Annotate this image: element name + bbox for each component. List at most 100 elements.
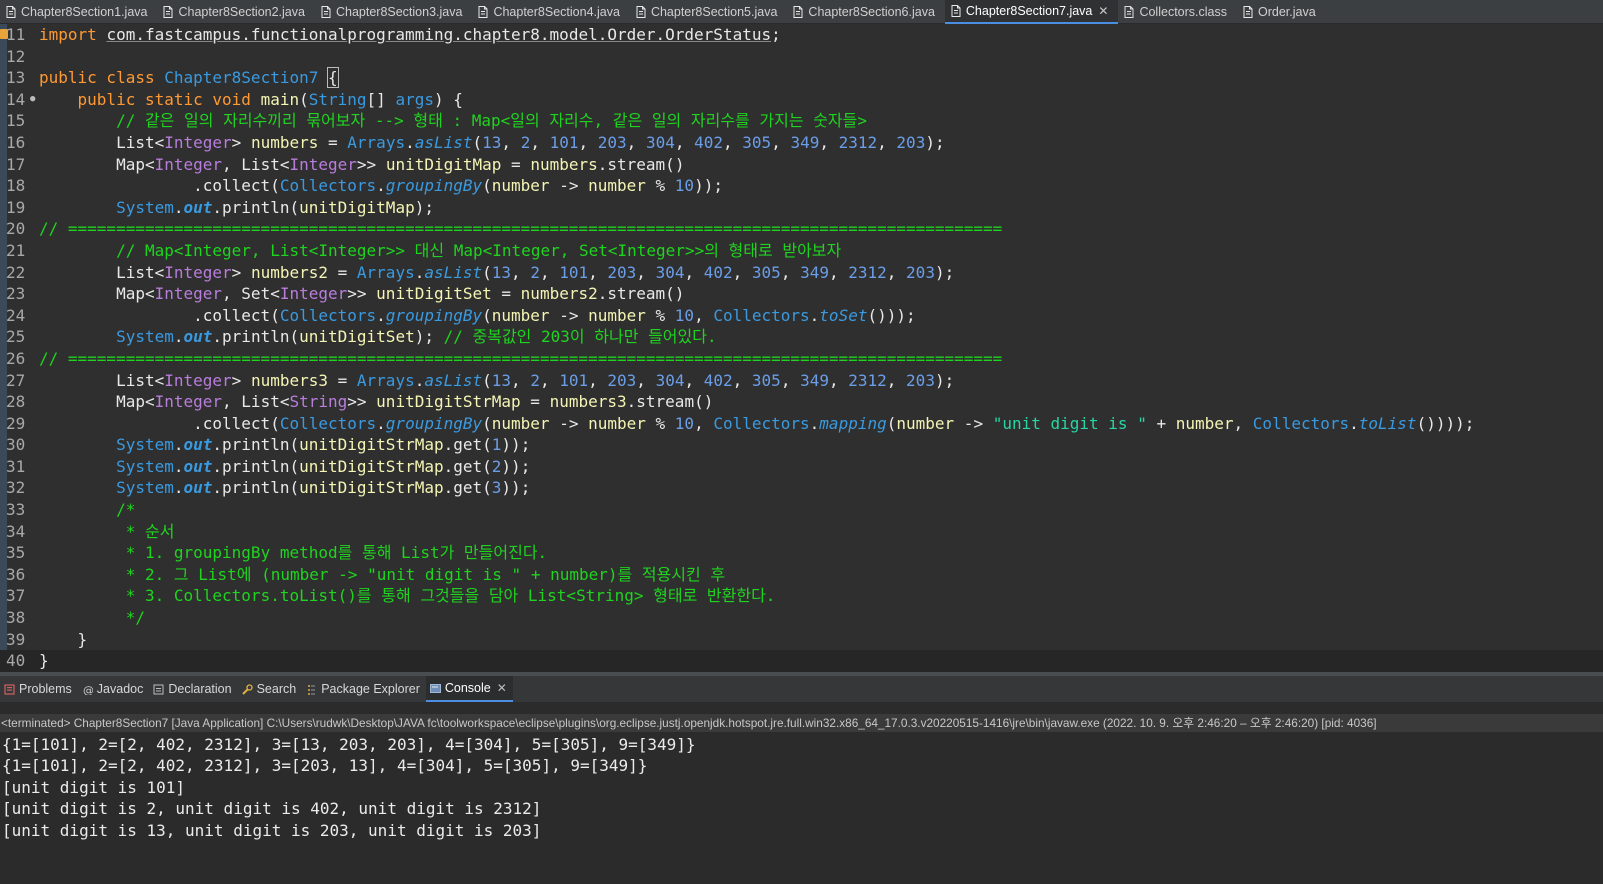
code-token: groupingBy bbox=[385, 413, 483, 433]
code-token: ( bbox=[482, 413, 492, 433]
code-token: number bbox=[491, 176, 550, 196]
code-token: Integer bbox=[154, 284, 223, 304]
code-token: , bbox=[877, 132, 897, 152]
code-text[interactable]: System.out.println(unitDigitStrMap.get(3… bbox=[39, 477, 530, 499]
code-token: main bbox=[260, 89, 300, 109]
panel-tab-package-explorer[interactable]: Package Explorer bbox=[302, 676, 426, 702]
close-tab-icon[interactable]: ✕ bbox=[497, 681, 507, 695]
warning-marker-icon[interactable] bbox=[0, 29, 8, 39]
code-text[interactable]: System.out.println(unitDigitMap); bbox=[39, 197, 434, 219]
panel-tab-console[interactable]: Console ✕ bbox=[425, 676, 513, 702]
line-number: 29 bbox=[6, 413, 26, 433]
code-text[interactable]: } bbox=[39, 650, 49, 672]
editor-tab-4[interactable]: Chapter8Section4.java bbox=[472, 0, 629, 24]
code-token: Chapter8Section7 bbox=[164, 68, 319, 88]
editor-tab-label: Chapter8Section6.java bbox=[808, 5, 935, 19]
line-number: 31 bbox=[6, 456, 26, 476]
code-token: , bbox=[684, 370, 704, 390]
code-line: 13 public class Chapter8Section7 { bbox=[0, 67, 1603, 89]
panel-tab-search[interactable]: Search bbox=[238, 676, 303, 702]
code-token: , bbox=[530, 132, 550, 152]
code-token: Collectors bbox=[279, 176, 377, 196]
code-token: number bbox=[491, 305, 550, 325]
panel-tab-javadoc[interactable]: @ Javadoc bbox=[78, 676, 150, 702]
code-text[interactable]: // =====================================… bbox=[39, 348, 1002, 370]
editor-tab-6[interactable]: Chapter8Section6.java bbox=[787, 0, 944, 24]
editor-tab-3[interactable]: Chapter8Section3.java bbox=[315, 0, 472, 24]
code-text[interactable]: } bbox=[39, 629, 88, 651]
code-text[interactable]: List<Integer> numbers3 = Arrays.asList(1… bbox=[39, 370, 954, 392]
code-line: 20 // ===================================… bbox=[0, 218, 1603, 240]
code-text[interactable]: List<Integer> numbers = Arrays.asList(13… bbox=[39, 132, 945, 154]
panel-tab-problems[interactable]: Problems bbox=[0, 676, 78, 702]
code-text[interactable]: .collect(Collectors.groupingBy(number ->… bbox=[39, 175, 723, 197]
editor-tab-2[interactable]: Chapter8Section2.java bbox=[157, 0, 314, 24]
code-text[interactable]: // 같은 일의 자리수끼리 묶어보자 --> 형태 : Map<일의 자리수,… bbox=[39, 110, 867, 132]
code-text[interactable]: List<Integer> numbers2 = Arrays.asList(1… bbox=[39, 262, 954, 284]
code-token: } bbox=[39, 629, 88, 649]
console-output: {1=[101], 2=[2, 402, 2312], 3=[13, 203, … bbox=[0, 734, 1603, 841]
code-token: 203 bbox=[607, 370, 637, 390]
line-number: 28 bbox=[6, 392, 26, 412]
panel-tab-label: Package Explorer bbox=[321, 682, 420, 696]
code-token: , bbox=[636, 370, 656, 390]
code-text[interactable]: public class Chapter8Section7 { bbox=[39, 67, 339, 89]
code-text[interactable]: Map<Integer, List<String>> unitDigitStrM… bbox=[39, 391, 713, 413]
declaration-icon bbox=[153, 684, 164, 695]
code-text[interactable]: Map<Integer, Set<Integer>> unitDigitSet … bbox=[39, 283, 684, 305]
code-token: 2312 bbox=[848, 262, 887, 282]
code-token: 305 bbox=[751, 370, 781, 390]
fold-marker-icon[interactable]: ● bbox=[30, 89, 35, 111]
code-text[interactable]: // =====================================… bbox=[39, 218, 1002, 240]
console-view[interactable]: <terminated> Chapter8Section7 [Java Appl… bbox=[0, 702, 1603, 884]
editor-tab-8[interactable]: Collectors.class bbox=[1118, 0, 1237, 24]
code-token: >> bbox=[356, 154, 386, 174]
code-text[interactable]: System.out.println(unitDigitStrMap.get(2… bbox=[39, 456, 530, 478]
line-number: 36 bbox=[6, 564, 26, 584]
code-token: , bbox=[723, 132, 743, 152]
code-text[interactable]: import com.fastcampus.functionalprogramm… bbox=[39, 24, 790, 46]
code-token: , bbox=[886, 370, 907, 390]
code-text[interactable]: * 2. 그 List에 (number -> "unit digit is "… bbox=[39, 564, 725, 586]
code-token: Collectors bbox=[279, 413, 377, 433]
code-text[interactable]: * 3. Collectors.toList()를 통해 그것들을 담아 Lis… bbox=[39, 585, 776, 607]
code-token: Integer bbox=[164, 370, 232, 390]
code-text[interactable]: .collect(Collectors.groupingBy(number ->… bbox=[39, 413, 1474, 435]
code-line: 27 List<Integer> numbers3 = Arrays.asLis… bbox=[0, 370, 1603, 392]
code-text[interactable]: public static void main(String[] args) { bbox=[39, 89, 463, 111]
code-token: . bbox=[173, 327, 184, 347]
panel-tab-declaration[interactable]: Declaration bbox=[149, 676, 237, 702]
code-token: , bbox=[539, 262, 560, 282]
code-text[interactable]: * 순서 bbox=[39, 521, 175, 543]
code-line: 37 * 3. Collectors.toList()를 통해 그것들을 담아 … bbox=[0, 585, 1603, 607]
code-token: out bbox=[183, 456, 213, 476]
editor-tab-7[interactable]: Chapter8Section7.java ✕ bbox=[944, 0, 1119, 24]
code-token: String bbox=[289, 392, 348, 412]
code-text[interactable]: .collect(Collectors.groupingBy(number ->… bbox=[39, 305, 916, 327]
code-token: , bbox=[588, 370, 608, 390]
code-text[interactable]: System.out.println(unitDigitSet); // 중복값… bbox=[39, 326, 717, 348]
code-token: , bbox=[819, 132, 839, 152]
code-editor[interactable]: 11 import com.fastcampus.functionalprogra… bbox=[0, 24, 1603, 672]
code-text[interactable]: Map<Integer, List<Integer>> unitDigitMap… bbox=[39, 154, 684, 176]
code-text[interactable]: /* bbox=[39, 499, 135, 521]
editor-tab-1[interactable]: Chapter8Section1.java bbox=[0, 0, 157, 24]
panel-tab-label: Declaration bbox=[168, 682, 232, 696]
code-text[interactable]: // Map<Integer, List<Integer>> 대신 Map<In… bbox=[39, 240, 841, 262]
editor-tab-5[interactable]: Chapter8Section5.java bbox=[630, 0, 787, 24]
code-text[interactable]: System.out.println(unitDigitStrMap.get(1… bbox=[39, 434, 530, 456]
line-number: 15 bbox=[6, 111, 26, 131]
line-number: 33 bbox=[6, 500, 26, 520]
code-text[interactable]: */ bbox=[39, 607, 145, 629]
editor-tab-9[interactable]: Order.java bbox=[1237, 0, 1326, 24]
code-token: ( bbox=[482, 262, 492, 282]
code-token: 203 bbox=[906, 370, 935, 390]
code-token: asList bbox=[424, 370, 483, 390]
code-line: 21 // Map<Integer, List<Integer>> 대신 Map… bbox=[0, 240, 1603, 262]
code-line: 30 System.out.println(unitDigitStrMap.ge… bbox=[0, 434, 1603, 456]
code-token: unitDigitSet bbox=[299, 327, 415, 347]
close-tab-icon[interactable]: ✕ bbox=[1098, 4, 1108, 18]
code-text[interactable]: * 1. groupingBy method를 통해 List가 만들어진다. bbox=[39, 542, 547, 564]
code-token: ( bbox=[482, 176, 492, 196]
